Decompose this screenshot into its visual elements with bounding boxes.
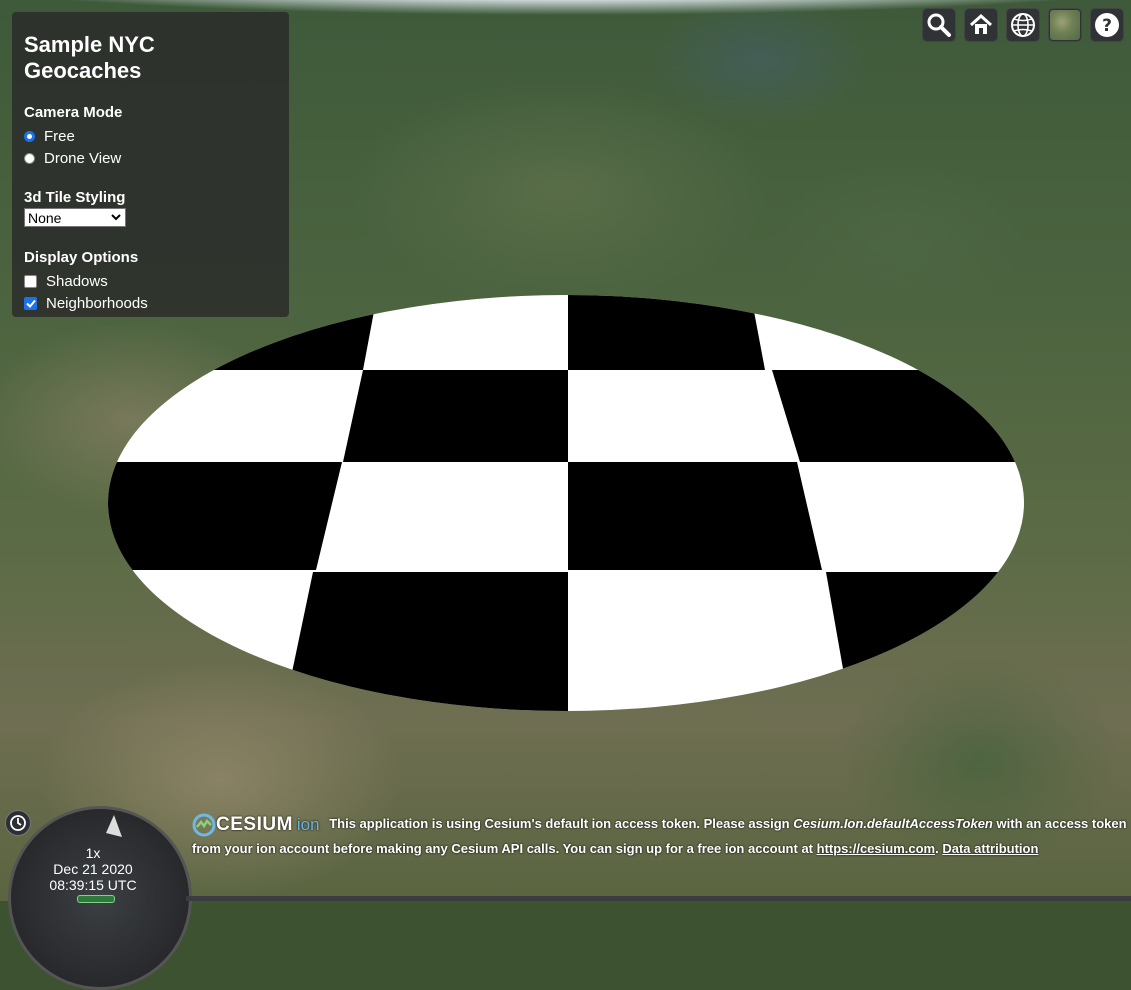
geocoder-search-button[interactable] (922, 8, 956, 42)
logo-text: CESIUM (216, 813, 293, 835)
checkbox-label: Shadows (46, 272, 108, 290)
camera-mode-drone-radio[interactable]: Drone View (24, 147, 277, 169)
cesium-logo-icon (192, 813, 216, 837)
clock-icon (10, 815, 26, 831)
neighborhoods-checkbox-row[interactable]: Neighborhoods (24, 292, 277, 314)
clock-button[interactable] (5, 810, 31, 836)
chevron-down-icon (111, 214, 121, 221)
checkbox-label: Neighborhoods (46, 294, 148, 312)
checkmark-icon (25, 299, 36, 308)
base-layer-picker-button[interactable] (1048, 8, 1082, 42)
imagery-layer-icon (1050, 10, 1080, 40)
animation-date: Dec 21 2020 (53, 861, 133, 877)
animation-widget[interactable] (8, 806, 192, 990)
display-options-heading: Display Options (24, 249, 139, 266)
radio-label: Free (44, 127, 75, 145)
token-message: This application is using Cesium's defau… (329, 816, 790, 831)
logo-ion-text: ion (296, 814, 320, 834)
search-icon (927, 13, 951, 37)
scene-mode-button[interactable] (1006, 8, 1040, 42)
tile-styling-heading: 3d Tile Styling (24, 189, 126, 206)
globe-icon (1011, 13, 1035, 37)
tile-styling-select[interactable]: None (24, 208, 126, 227)
play-button-indicator[interactable] (77, 895, 115, 903)
camera-mode-heading: Camera Mode (24, 104, 123, 121)
radio-label: Drone View (44, 149, 122, 167)
radio-button[interactable] (24, 152, 35, 164)
data-attribution-link[interactable]: Data attribution (942, 841, 1038, 856)
animation-speed: 1x (85, 845, 101, 861)
shadows-checkbox-row[interactable]: Shadows (24, 270, 277, 292)
cesium-ion-logo[interactable]: CESIUM ion (192, 813, 320, 837)
animation-time: 08:39:15 UTC (49, 877, 137, 893)
help-icon: ? (1095, 13, 1119, 37)
radio-button-selected[interactable] (24, 130, 35, 142)
sandcastle-toolbar-panel: Sample NYC Geocaches Camera Mode Free Dr… (12, 12, 289, 317)
credit-container: CESIUM ion This application is using Ces… (192, 812, 1127, 861)
token-name: Cesium.Ion.defaultAccessToken (793, 816, 993, 831)
navigation-help-button[interactable]: ? (1090, 8, 1124, 42)
checkbox[interactable] (24, 274, 37, 288)
camera-mode-free-radio[interactable]: Free (24, 125, 277, 147)
home-button[interactable] (964, 8, 998, 42)
cesium-link[interactable]: https://cesium.com (817, 841, 935, 856)
checkbox-checked[interactable] (24, 296, 37, 310)
svg-text:?: ? (1102, 16, 1112, 36)
home-icon (969, 13, 993, 34)
select-value: None (28, 209, 62, 226)
panel-title: Sample NYC Geocaches (24, 32, 155, 83)
period: . (935, 840, 939, 856)
timeline-bar[interactable] (186, 896, 1131, 901)
